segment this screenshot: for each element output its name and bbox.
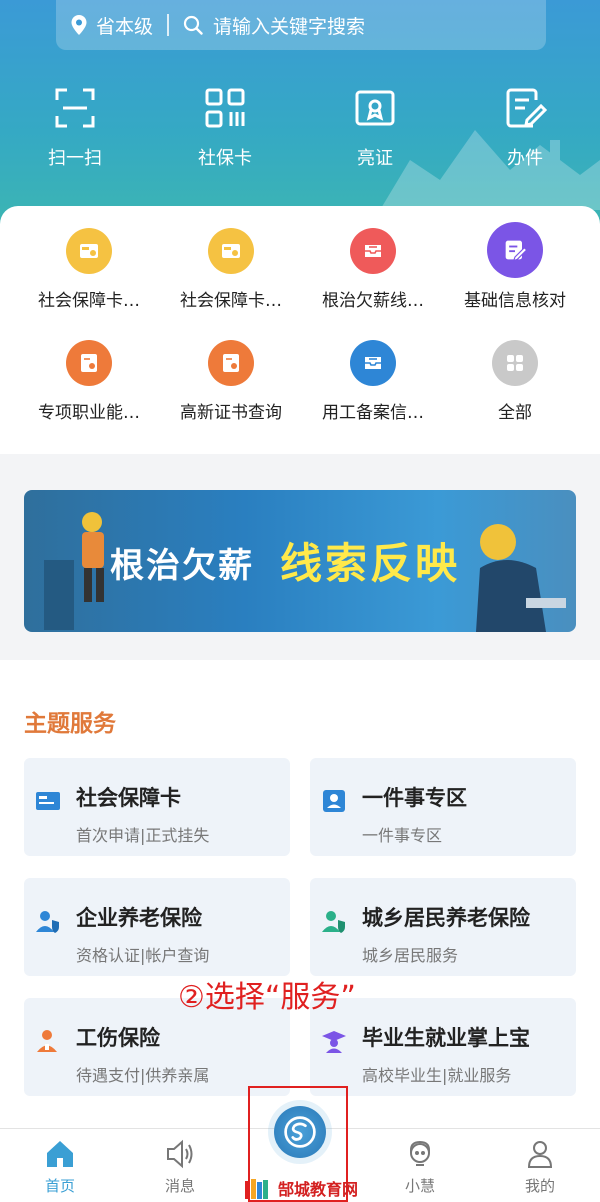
inbox-icon — [350, 228, 396, 274]
service-item-info-verify[interactable]: 基础信息核对 — [444, 222, 586, 340]
header: 省本级 请输入关键字搜索 扫一扫 社保卡 亮证 办件 — [0, 0, 600, 240]
grid-icon — [492, 340, 538, 386]
service-item-all[interactable]: 全部 — [444, 340, 586, 452]
nav-label: 首页 — [44, 1177, 75, 1195]
service-label: 用工备案信… — [322, 403, 424, 423]
quick-actions: 扫一扫 社保卡 亮证 办件 — [0, 86, 600, 170]
search-placeholder[interactable]: 请输入关键字搜索 — [213, 12, 365, 39]
theme-tile-enterprise-pension[interactable]: 企业养老保险 资格认证|帐户查询 — [24, 878, 290, 976]
card-icon — [66, 228, 112, 274]
service-label: 根治欠薪线… — [322, 291, 424, 311]
tile-subtitle: 资格认证|帐户查询 — [76, 946, 210, 965]
nav-label: 我的 — [524, 1177, 555, 1195]
tile-subtitle: 一件事专区 — [362, 826, 443, 845]
nav-messages[interactable]: 消息 — [120, 1129, 240, 1202]
quick-action-label: 社保卡 — [198, 148, 252, 169]
nav-home[interactable]: 首页 — [0, 1129, 120, 1202]
quick-action-label: 办件 — [507, 148, 543, 169]
certificate-icon — [66, 340, 112, 386]
tile-subtitle: 首次申请|正式挂失 — [76, 826, 210, 845]
card-icon — [36, 792, 60, 810]
tile-title: 社会保障卡 — [76, 786, 181, 810]
edit-icon — [487, 222, 543, 278]
certificate-icon — [208, 340, 254, 386]
profile-icon — [527, 1141, 553, 1168]
person-card-icon — [323, 790, 345, 812]
inbox-icon — [350, 340, 396, 386]
service-label: 全部 — [498, 403, 532, 423]
service-label: 社会保障卡… — [38, 291, 140, 311]
promo-banner[interactable]: 根治欠薪 线索反映 — [24, 490, 576, 632]
tutorial-annotation: ②选择“服务” — [178, 980, 356, 1015]
quick-action-label: 亮证 — [357, 148, 393, 169]
tile-title: 工伤保险 — [76, 1026, 160, 1050]
person-injury-icon — [37, 1030, 57, 1052]
watermark-text: 郜城教育网 — [278, 1180, 359, 1199]
assistant-icon — [410, 1140, 430, 1166]
banner-text-white: 根治欠薪 — [110, 546, 254, 586]
qr-card-icon — [205, 88, 245, 128]
theme-services-section: 主题服务 社会保障卡 首次申请|正式挂失 一件事专区 一件事专区 企业养老保险 … — [0, 660, 600, 1130]
scan-icon — [55, 88, 95, 128]
document-edit-icon — [506, 88, 547, 128]
service-item-vocational-skill[interactable]: 专项职业能… — [18, 340, 160, 452]
nav-label: 消息 — [164, 1177, 195, 1195]
nav-assistant[interactable]: 小慧 — [360, 1129, 480, 1202]
quick-action-label: 扫一扫 — [48, 148, 102, 169]
tile-title: 一件事专区 — [362, 786, 467, 810]
speaker-icon — [167, 1139, 193, 1169]
tile-subtitle: 待遇支付|供养亲属 — [76, 1066, 210, 1085]
service-item-hightech-cert[interactable]: 高新证书查询 — [160, 340, 302, 452]
service-grid: 社会保障卡… 社会保障卡… 根治欠薪线… 基础信息核对 专项职业能… 高新证书查… — [0, 206, 600, 452]
quick-action-handle[interactable]: 办件 — [450, 86, 600, 170]
service-label: 高新证书查询 — [180, 403, 282, 423]
card-icon — [208, 228, 254, 274]
section-title: 主题服务 — [24, 711, 116, 737]
tile-title: 城乡居民养老保险 — [362, 906, 530, 930]
theme-tile-social-card[interactable]: 社会保障卡 首次申请|正式挂失 — [24, 758, 290, 856]
tile-title: 毕业生就业掌上宝 — [362, 1026, 530, 1050]
quick-action-scan[interactable]: 扫一扫 — [0, 86, 150, 170]
service-grid-card: 社会保障卡… 社会保障卡… 根治欠薪线… 基础信息核对 专项职业能… 高新证书查… — [0, 206, 600, 454]
quick-action-social-card[interactable]: 社保卡 — [150, 86, 300, 170]
service-item-employment-record[interactable]: 用工备案信… — [302, 340, 444, 452]
certificate-icon — [355, 90, 395, 126]
home-icon — [47, 1141, 73, 1167]
nav-label: 小慧 — [404, 1177, 435, 1195]
watermark: 郜城教育网 — [244, 1176, 358, 1200]
books-logo-icon — [245, 1179, 268, 1199]
theme-tile-one-thing[interactable]: 一件事专区 一件事专区 — [310, 758, 576, 856]
graduate-icon — [322, 1031, 346, 1053]
theme-tile-resident-pension[interactable]: 城乡居民养老保险 城乡居民服务 — [310, 878, 576, 976]
service-label: 专项职业能… — [38, 403, 140, 423]
search-divider — [167, 14, 170, 36]
tile-subtitle: 高校毕业生|就业服务 — [362, 1066, 512, 1085]
service-item-social-card-2[interactable]: 社会保障卡… — [160, 228, 302, 340]
search-bar[interactable]: 省本级 请输入关键字搜索 — [56, 0, 546, 50]
quick-action-show-certificate[interactable]: 亮证 — [300, 86, 450, 170]
tile-title: 企业养老保险 — [76, 906, 202, 930]
service-label: 基础信息核对 — [464, 291, 566, 311]
worker-illustration-icon — [476, 524, 566, 632]
nav-profile[interactable]: 我的 — [480, 1129, 600, 1202]
service-label: 社会保障卡… — [180, 291, 282, 311]
banner-text-yellow: 线索反映 — [280, 539, 461, 588]
search-icon — [183, 15, 203, 35]
location-label[interactable]: 省本级 — [96, 12, 153, 39]
service-item-wage-arrears[interactable]: 根治欠薪线… — [302, 228, 444, 340]
person-shield-icon — [36, 911, 59, 933]
person-shield-icon — [322, 911, 345, 933]
service-item-social-card-1[interactable]: 社会保障卡… — [18, 228, 160, 340]
tile-subtitle: 城乡居民服务 — [362, 946, 459, 965]
location-pin-icon — [71, 15, 87, 35]
